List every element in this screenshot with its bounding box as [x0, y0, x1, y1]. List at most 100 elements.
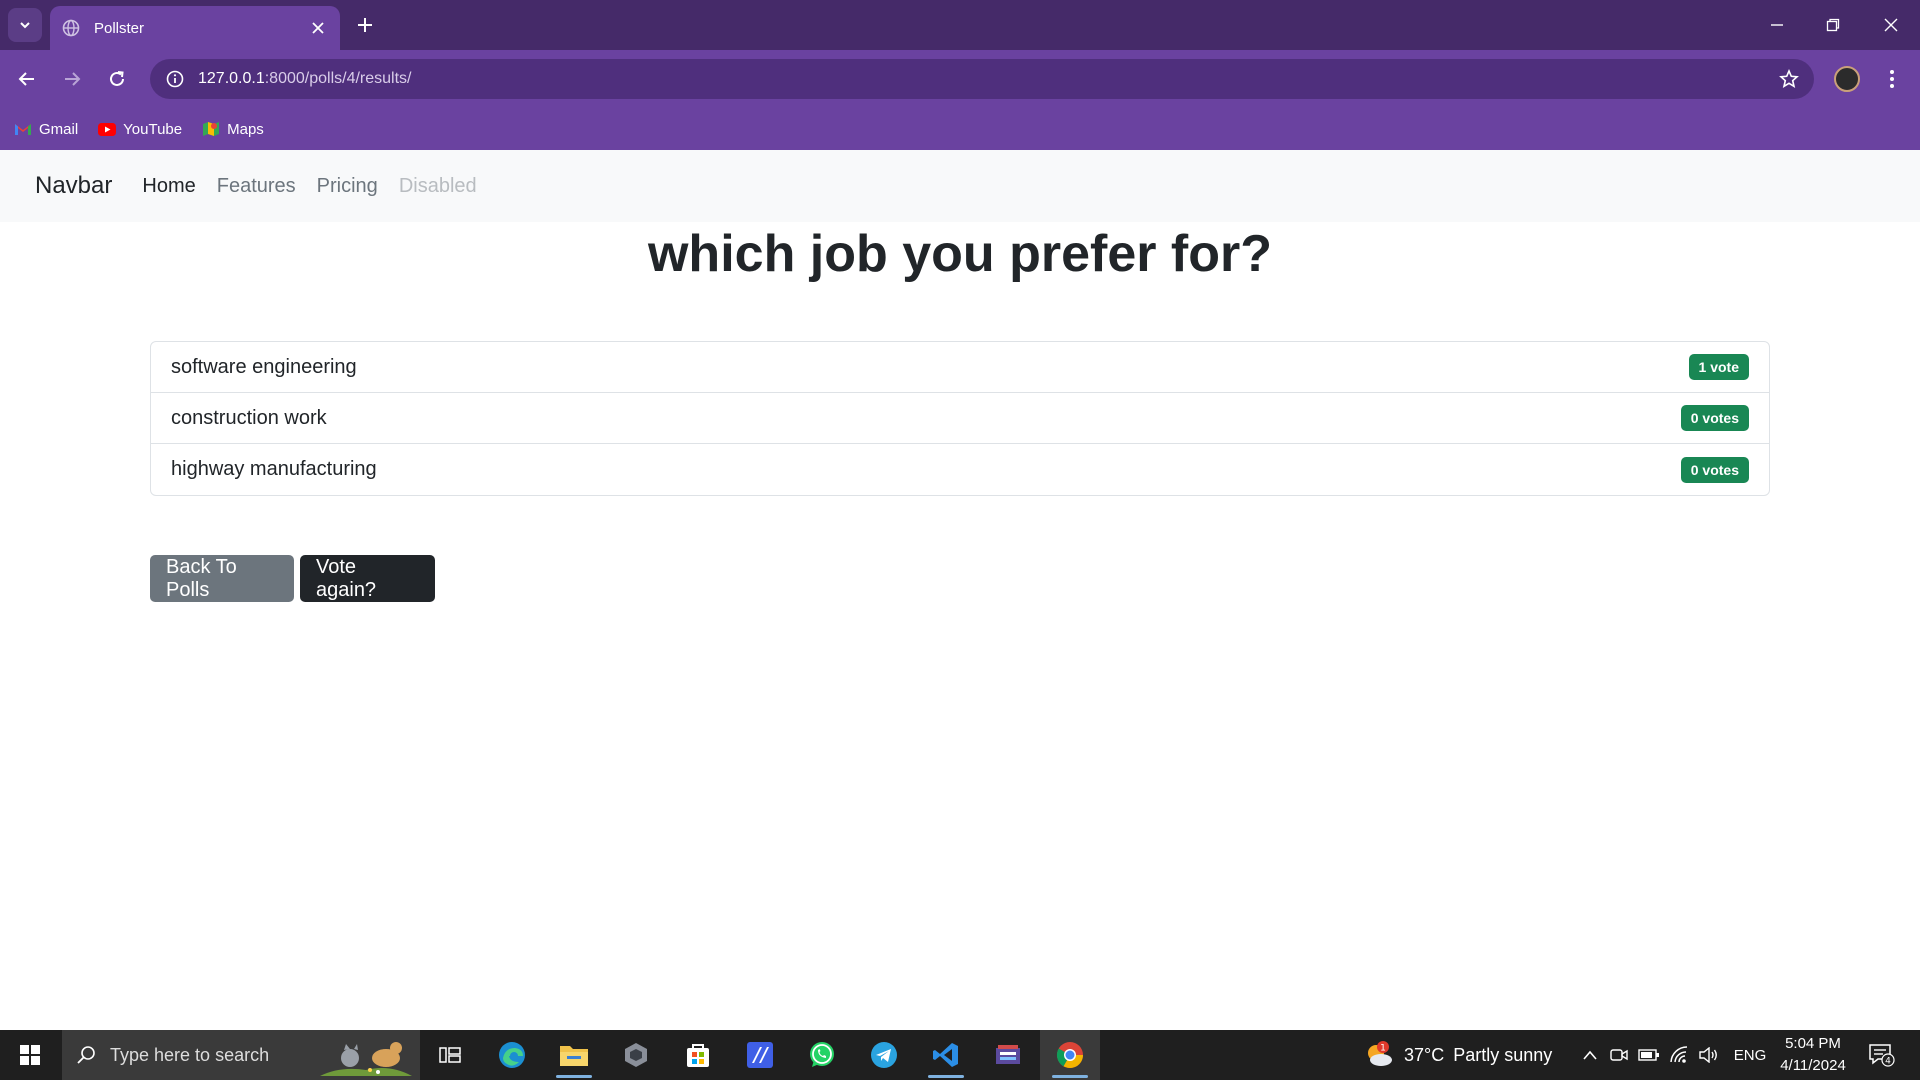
clock-time: 5:04 PM: [1785, 1035, 1841, 1052]
site-info-icon[interactable]: [164, 68, 186, 90]
bookmark-gmail[interactable]: Gmail: [14, 120, 78, 138]
tab-pollster[interactable]: Pollster: [50, 6, 340, 50]
weather-temperature: 37°C: [1404, 1044, 1445, 1065]
forward-button[interactable]: [55, 62, 89, 96]
chevron-down-icon: [20, 22, 30, 29]
back-to-polls-button[interactable]: Back To Polls: [150, 555, 294, 602]
nav-link-disabled: Disabled: [398, 174, 477, 197]
chevron-up-icon: [1583, 1050, 1597, 1060]
search-icon: [77, 1046, 95, 1064]
battery-button[interactable]: [1636, 1030, 1662, 1080]
task-view-button[interactable]: [420, 1030, 480, 1080]
youtube-icon: [98, 120, 117, 138]
taskbar-app-books[interactable]: [978, 1030, 1038, 1080]
nav-link-home[interactable]: Home: [142, 175, 195, 198]
new-tab-button[interactable]: [352, 12, 378, 38]
more-vertical-icon: [1890, 70, 1894, 88]
input-language[interactable]: ENG: [1732, 1030, 1768, 1080]
clock-date: 4/11/2024: [1780, 1057, 1846, 1074]
edge-browser-icon: [499, 1042, 525, 1068]
show-hidden-icons-button[interactable]: [1578, 1030, 1602, 1080]
vote-count-badge: 0 votes: [1680, 456, 1749, 483]
telegram-icon: [871, 1042, 897, 1068]
url-host: 127.0.0.1: [198, 70, 265, 87]
bookmark-star-icon[interactable]: [1778, 68, 1800, 90]
network-button[interactable]: [1666, 1030, 1692, 1080]
taskbar-file-explorer[interactable]: [544, 1030, 604, 1080]
bookmarks-bar: Gmail YouTube Maps: [0, 108, 1920, 150]
plus-icon: [358, 18, 372, 32]
bookmark-maps[interactable]: Maps: [202, 120, 264, 138]
browser-menu-button[interactable]: [1878, 64, 1906, 94]
notification-icon: 4: [1869, 1044, 1895, 1067]
bookmark-label: Maps: [227, 120, 264, 138]
search-highlight-art-icon: [320, 1042, 412, 1076]
whatsapp-icon: [810, 1042, 834, 1067]
taskbar-app-hexagon[interactable]: [606, 1030, 666, 1080]
url-text: 127.0.0.1:8000/polls/4/results/: [198, 70, 411, 88]
books-app-icon: [996, 1045, 1020, 1064]
list-item: software engineering 1 vote: [151, 342, 1769, 393]
close-window-button[interactable]: [1874, 8, 1908, 42]
store-icon: [687, 1044, 709, 1067]
bookmark-label: Gmail: [39, 120, 79, 138]
hexagon-app-icon: [625, 1043, 647, 1067]
taskbar-search[interactable]: Type here to search: [62, 1030, 420, 1080]
weather-description: Partly sunny: [1453, 1044, 1553, 1065]
poll-question: which job you prefer for?: [647, 225, 1273, 283]
notification-center-button[interactable]: 4: [1862, 1030, 1902, 1080]
gmail-icon: [14, 120, 32, 138]
restore-button[interactable]: [1816, 8, 1850, 42]
url-path: :8000/polls/4/results/: [264, 70, 412, 87]
close-icon: [1884, 18, 1898, 32]
back-button[interactable]: [10, 62, 44, 96]
start-button[interactable]: [0, 1030, 60, 1080]
maps-icon: [202, 120, 220, 138]
weather-partly-sunny-icon: 1: [1364, 1040, 1394, 1070]
speaker-icon: [1699, 1047, 1717, 1063]
wifi-icon: [1670, 1046, 1688, 1063]
arrow-right-icon: [65, 72, 81, 86]
navbar-brand[interactable]: Navbar: [35, 172, 112, 200]
profile-avatar[interactable]: [1834, 66, 1860, 92]
taskbar-clock[interactable]: 5:04 PM 4/11/2024: [1772, 1030, 1854, 1080]
vscode-icon: [933, 1043, 958, 1067]
bookmark-youtube[interactable]: YouTube: [98, 120, 182, 138]
chrome-icon: [1056, 1042, 1084, 1069]
choice-text: software engineering: [171, 355, 357, 378]
choice-text: highway manufacturing: [171, 458, 377, 480]
search-placeholder: Type here to search: [110, 1044, 270, 1065]
vote-count-badge: 1 vote: [1688, 354, 1749, 380]
browser-toolbar: 127.0.0.1:8000/polls/4/results/: [0, 50, 1920, 108]
windows-logo-icon: [20, 1045, 40, 1065]
taskbar-app-blue[interactable]: [730, 1030, 790, 1080]
task-view-icon: [439, 1047, 461, 1063]
taskbar-chrome[interactable]: [1040, 1030, 1100, 1080]
notification-count: 4: [1885, 1057, 1891, 1067]
weather-alert-count: 1: [1380, 1044, 1386, 1054]
battery-icon: [1638, 1049, 1659, 1061]
camera-icon: [1610, 1049, 1628, 1061]
close-tab-icon[interactable]: [308, 18, 328, 38]
taskbar-vscode[interactable]: [916, 1030, 976, 1080]
vote-again-button[interactable]: Vote again?: [300, 555, 435, 602]
windows-taskbar: Type here to search 1 37°C Partly sunny: [0, 1030, 1920, 1080]
taskbar-whatsapp[interactable]: [792, 1030, 852, 1080]
meet-now-button[interactable]: [1606, 1030, 1632, 1080]
minimize-icon: [1771, 24, 1783, 26]
list-item: highway manufacturing 0 votes: [151, 444, 1769, 495]
address-bar[interactable]: 127.0.0.1:8000/polls/4/results/: [150, 59, 1814, 99]
taskbar-microsoft-store[interactable]: [668, 1030, 728, 1080]
vote-count-badge: 0 votes: [1680, 405, 1749, 431]
volume-button[interactable]: [1696, 1030, 1722, 1080]
tab-search-button[interactable]: [8, 8, 42, 42]
taskbar-edge[interactable]: [482, 1030, 542, 1080]
nav-link-pricing[interactable]: Pricing: [317, 175, 378, 198]
taskbar-telegram[interactable]: [854, 1030, 914, 1080]
minimize-button[interactable]: [1760, 8, 1794, 42]
globe-icon: [62, 19, 80, 37]
weather-widget[interactable]: 1 37°C Partly sunny: [1364, 1030, 1552, 1080]
reload-icon: [110, 71, 124, 86]
reload-button[interactable]: [100, 62, 134, 96]
nav-link-features[interactable]: Features: [217, 175, 296, 198]
